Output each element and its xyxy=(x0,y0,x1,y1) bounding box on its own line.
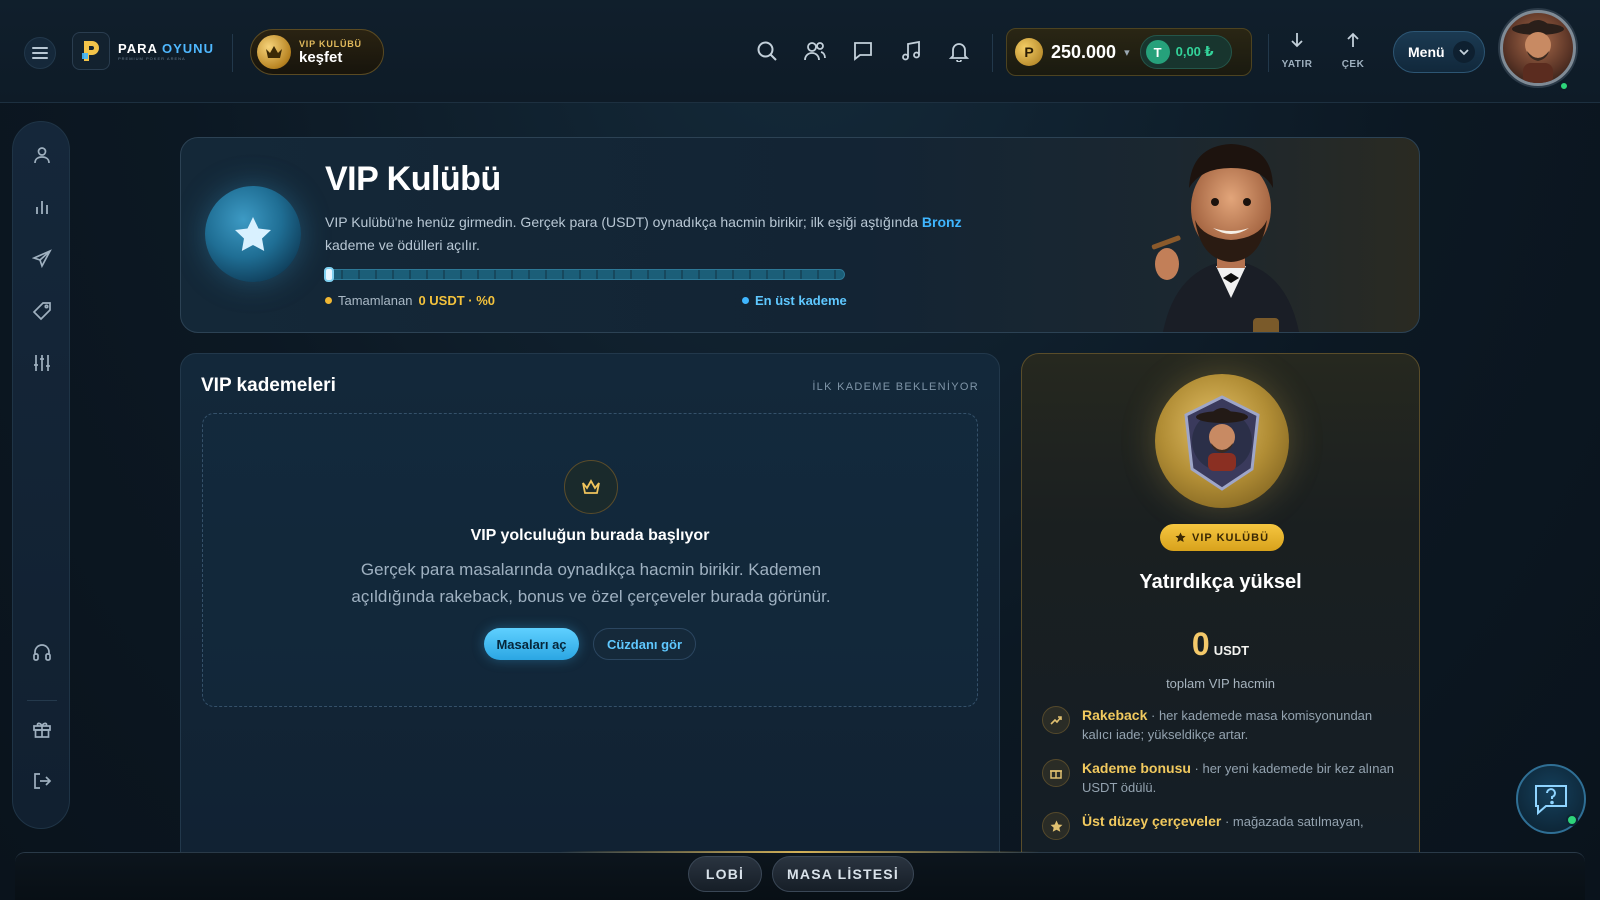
arrow-up-icon xyxy=(1347,32,1359,47)
menu-label: Menü xyxy=(1408,44,1445,60)
deposit-button[interactable]: YATIR xyxy=(1276,32,1318,70)
sidebar-divider xyxy=(27,700,57,701)
gift-icon[interactable] xyxy=(27,714,57,744)
logo-word-1: PARA xyxy=(118,41,158,56)
star-icon xyxy=(205,186,301,282)
hero-description: VIP Kulübü'ne henüz girmedin. Gerçek par… xyxy=(325,211,965,257)
usdt-balance: 0,00 ₺ xyxy=(1175,44,1214,59)
bottom-bar-glow xyxy=(560,851,1040,853)
vip-badge-label: VIP KULÜBÜ xyxy=(1191,531,1270,544)
chip-balance: 250.000 xyxy=(1051,41,1117,62)
crown-icon xyxy=(564,460,618,514)
chip-coin-icon: P xyxy=(1015,38,1043,66)
perk-rakeback: Rakeback · her kademede masa komisyonund… xyxy=(1042,706,1402,744)
withdraw-label: ÇEK xyxy=(1341,59,1365,70)
header-divider xyxy=(1268,34,1269,72)
vip-volume-amount: 0 xyxy=(1191,626,1210,662)
vip-pill-action: keşfet xyxy=(299,48,343,66)
deposit-label: YATIR xyxy=(1281,59,1313,70)
chat-icon[interactable] xyxy=(846,34,880,68)
gentleman-illustration xyxy=(1151,144,1300,332)
vip-card-heading: Yatırdıkça yüksel xyxy=(1139,571,1302,593)
vip-volume-unit: USDT xyxy=(1213,643,1250,658)
arrow-down-icon xyxy=(1291,33,1303,48)
profile-icon[interactable] xyxy=(27,140,57,170)
progress-completed-value: 0 USDT · %0 xyxy=(418,293,496,308)
perk-name: Kademe bonusu xyxy=(1082,760,1191,776)
progress-completed-label: Tamamlanan xyxy=(338,293,413,308)
crown-icon xyxy=(257,35,291,69)
perk-frames: Üst düzey çerçeveler · mağazada satılmay… xyxy=(1042,812,1402,840)
vip-summary-card: VIP KULÜBÜ Yatırdıkça yüksel 0 USDT topla… xyxy=(1021,353,1420,853)
tether-icon: T xyxy=(1145,40,1170,64)
sliders-icon[interactable] xyxy=(27,348,57,378)
vip-club-pill[interactable]: VIP KULÜBÜ keşfet xyxy=(250,29,384,75)
page-title: VIP Kulübü xyxy=(325,160,501,198)
chevron-down-icon[interactable]: ▾ xyxy=(1124,46,1130,59)
music-icon[interactable] xyxy=(894,34,928,68)
search-icon[interactable] xyxy=(750,34,784,68)
empty-state-title: VIP yolculuğun burada başlıyor xyxy=(470,527,710,544)
perk-name: Üst düzey çerçeveler xyxy=(1082,813,1222,829)
stats-icon[interactable] xyxy=(27,192,57,222)
hero-desc-highlight: Bronz xyxy=(921,214,962,230)
send-icon[interactable] xyxy=(27,244,57,274)
vip-pill-label: VIP KULÜBÜ xyxy=(299,38,362,49)
progress-knob xyxy=(324,267,334,282)
top-icon-group xyxy=(750,34,976,68)
star-icon xyxy=(1175,532,1186,542)
online-status-dot xyxy=(1559,81,1569,91)
chevron-down-icon xyxy=(1452,41,1475,63)
empty-state-text: Gerçek para masalarında oynadıkça hacmin… xyxy=(351,560,831,606)
progress-top-tier-label: En üst kademe xyxy=(755,293,847,308)
withdraw-button[interactable]: ÇEK xyxy=(1332,32,1374,70)
star-icon xyxy=(1042,812,1070,840)
perk-name: Rakeback xyxy=(1082,707,1148,723)
tag-icon[interactable] xyxy=(27,296,57,326)
logo-word-2: OYUNU xyxy=(162,41,214,56)
header-divider xyxy=(232,34,233,72)
logo-mark-icon xyxy=(72,32,110,70)
online-status-dot xyxy=(1566,814,1578,826)
yellow-dot-icon xyxy=(325,297,332,304)
vip-avatar-emblem xyxy=(1155,374,1289,508)
header-divider xyxy=(992,34,993,72)
perk-tier-bonus: Kademe bonusu · her yeni kademede bir ke… xyxy=(1042,759,1402,797)
sidebar xyxy=(12,121,70,829)
user-avatar[interactable] xyxy=(1500,10,1576,86)
friends-icon[interactable] xyxy=(798,34,832,68)
perk-text: · mağazada satılmayan, xyxy=(1224,814,1364,829)
vip-hero-card: VIP Kulübü VIP Kulübü'ne henüz girmedin.… xyxy=(180,137,1420,333)
hero-desc-text-1: VIP Kulübü'ne henüz girmedin. Gerçek par… xyxy=(325,214,919,230)
open-tables-button[interactable]: Masaları aç xyxy=(484,628,579,660)
tab-lobby[interactable]: LOBİ xyxy=(688,856,762,892)
balance-box[interactable]: P 250.000 ▾ T 0,00 ₺ xyxy=(1006,28,1252,76)
progress-completed: Tamamlanan 0 USDT · %0 xyxy=(325,293,495,308)
brand-logo[interactable]: PARA OYUNU PREMIUM POKER ARENA xyxy=(72,32,214,70)
vip-tiers-panel: VIP kademeleri İLK KADEME BEKLENİYOR VIP… xyxy=(180,353,1000,853)
help-chat-icon xyxy=(1535,785,1567,816)
vip-volume: 0 USDT xyxy=(1022,626,1419,663)
logout-icon[interactable] xyxy=(27,766,57,796)
tiers-status: İLK KADEME BEKLENİYOR xyxy=(812,381,979,393)
tab-table-list[interactable]: MASA LİSTESİ xyxy=(772,856,914,892)
logo-tagline: PREMIUM POKER ARENA xyxy=(118,56,186,61)
vip-progress-bar xyxy=(325,269,845,280)
tiers-empty-state: VIP yolculuğun burada başlıyor Gerçek pa… xyxy=(202,413,978,707)
hamburger-menu-icon[interactable] xyxy=(24,37,56,69)
blue-dot-icon xyxy=(742,297,749,304)
trend-up-icon xyxy=(1042,706,1070,734)
bell-icon[interactable] xyxy=(942,34,976,68)
top-bar: PARA OYUNU PREMIUM POKER ARENA VIP KULÜB… xyxy=(0,0,1600,103)
gift-box-icon xyxy=(1042,759,1070,787)
hero-desc-text-2: kademe ve ödülleri açılır. xyxy=(325,237,480,253)
view-wallet-button[interactable]: Cüzdanı gör xyxy=(593,628,696,660)
progress-top-tier: En üst kademe xyxy=(742,293,847,308)
vip-volume-caption: toplam VIP hacmin xyxy=(1166,676,1275,691)
menu-button[interactable]: Menü xyxy=(1393,31,1485,73)
vip-club-badge: VIP KULÜBÜ xyxy=(1160,524,1284,551)
tiers-title: VIP kademeleri xyxy=(201,375,336,396)
headset-icon[interactable] xyxy=(27,637,57,667)
usdt-balance-pill[interactable]: T 0,00 ₺ xyxy=(1139,35,1232,69)
